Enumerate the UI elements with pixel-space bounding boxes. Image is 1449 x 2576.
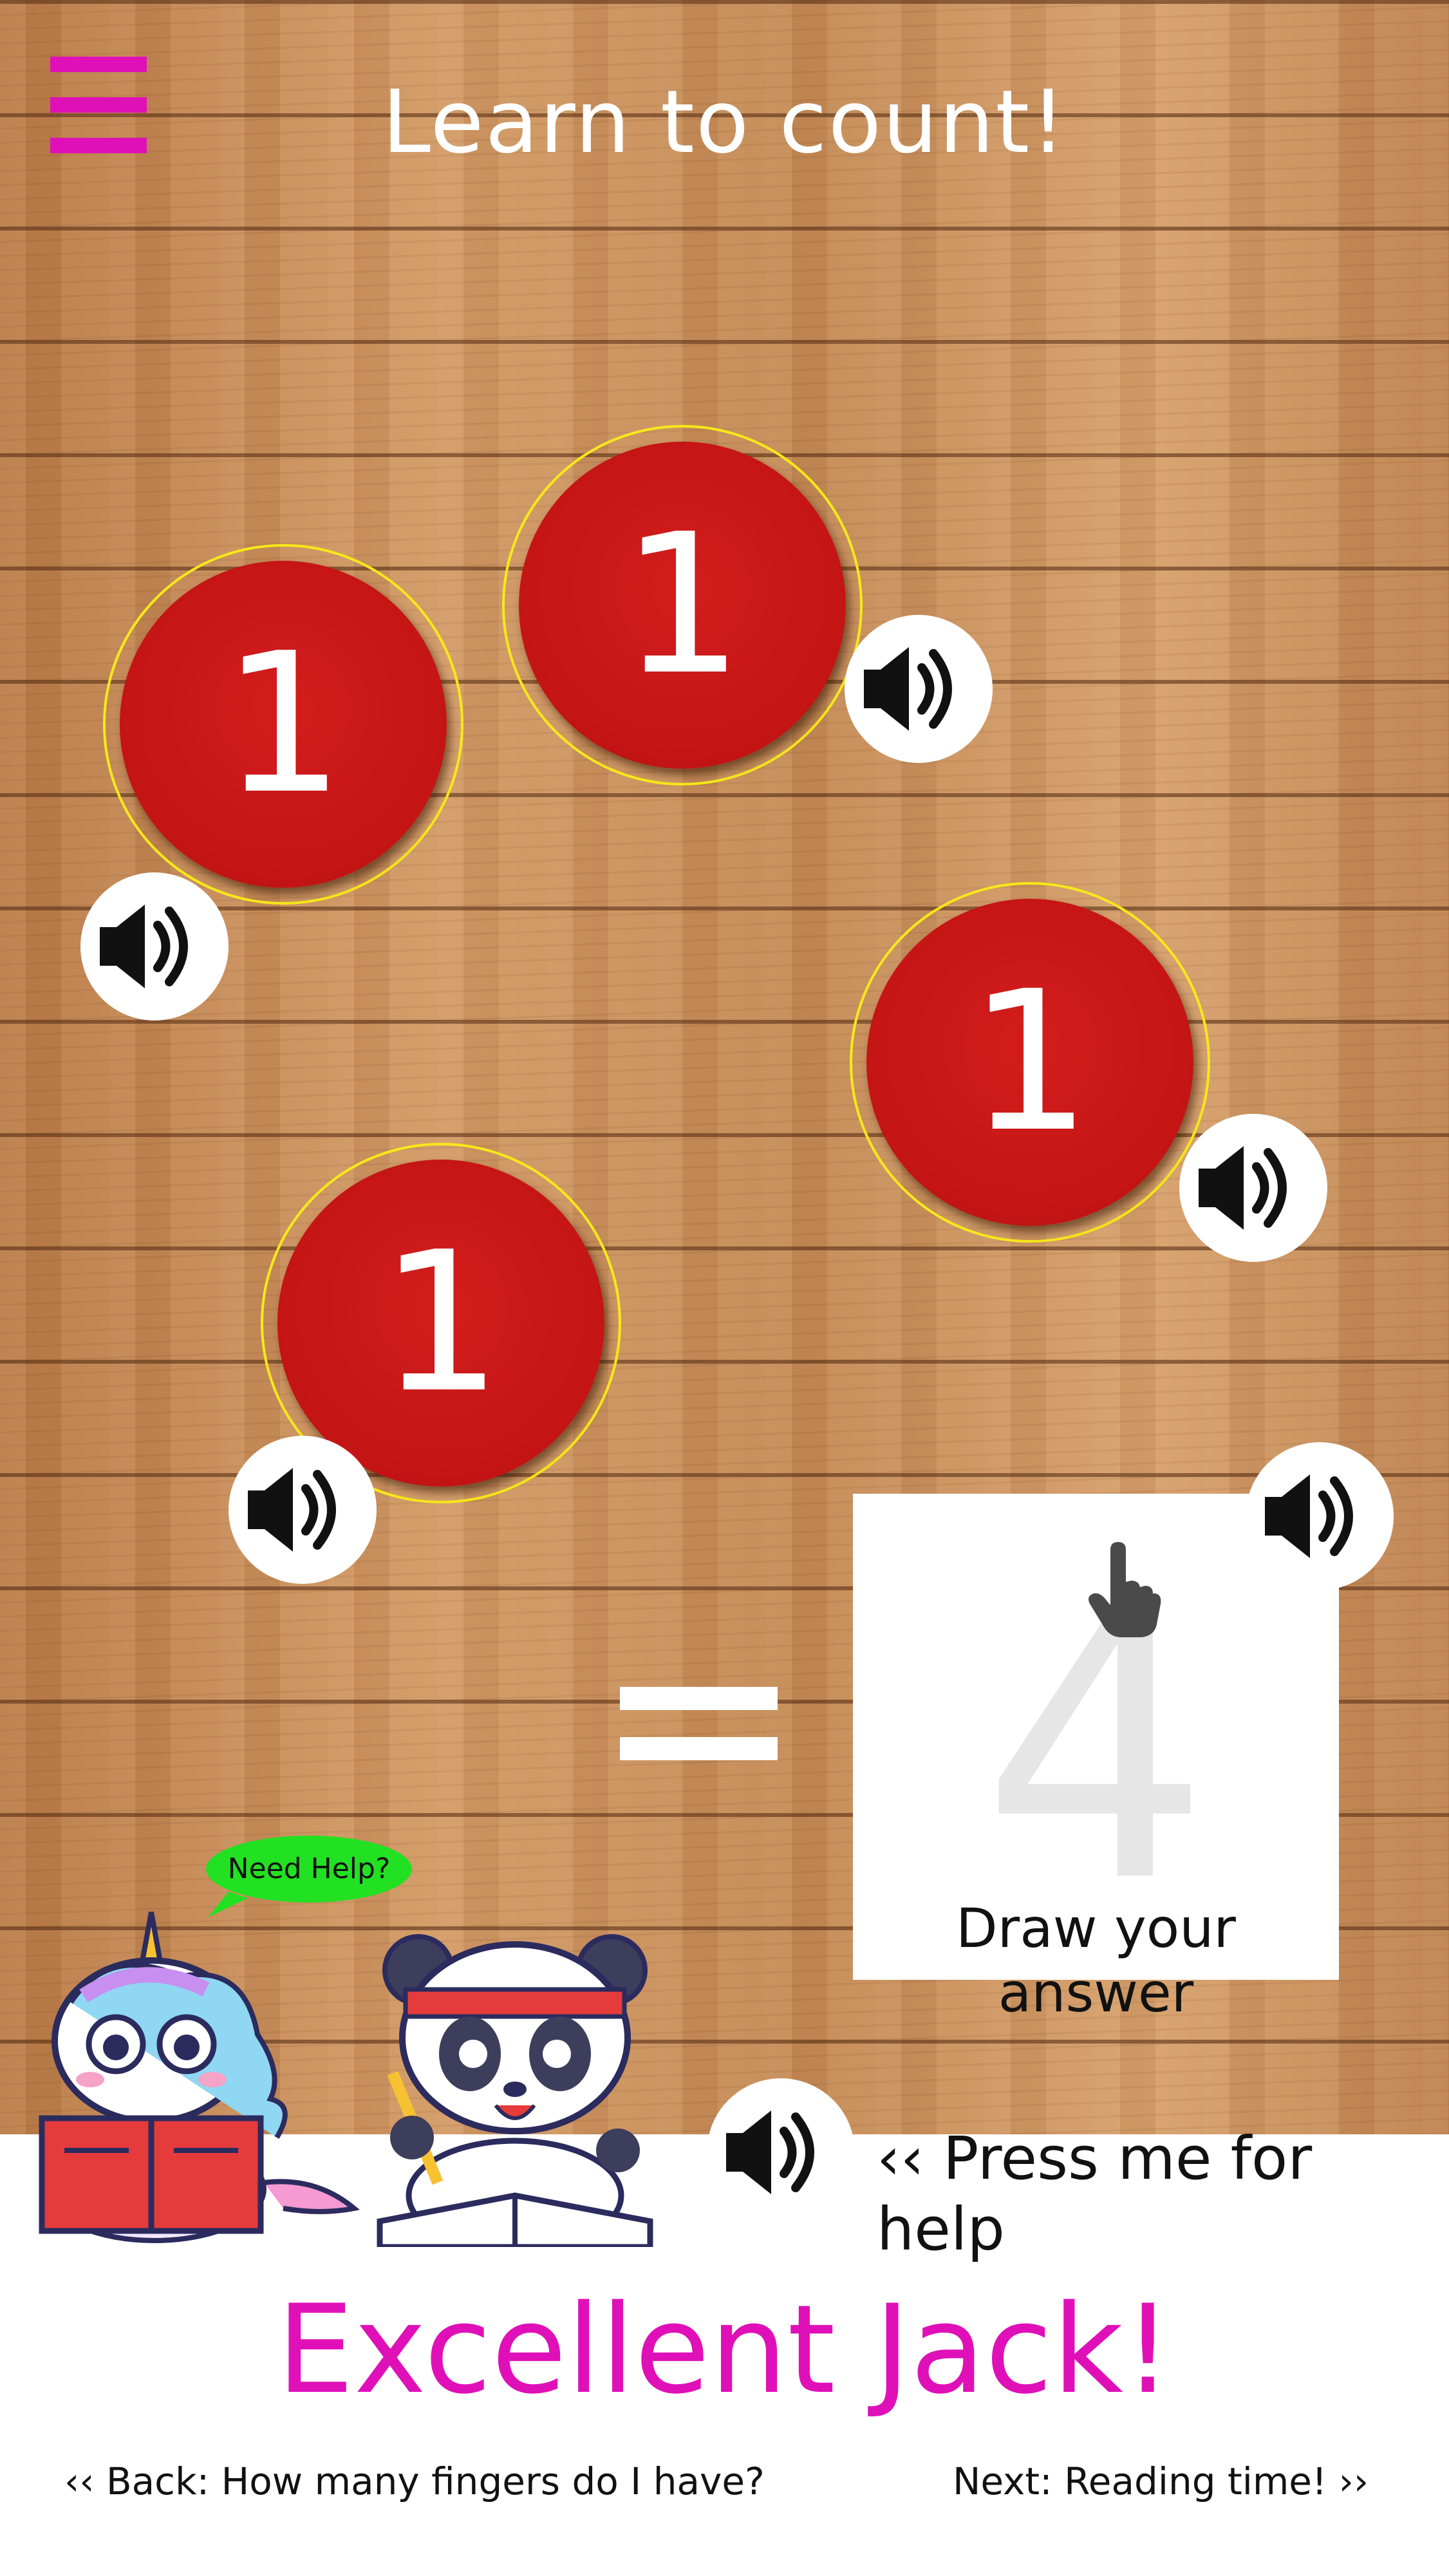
need-help-bubble[interactable]: Need Help?	[203, 1834, 415, 1917]
page-title: Learn to count!	[382, 71, 1067, 173]
coin-label: 1	[621, 493, 744, 717]
equals-sign	[620, 1687, 778, 1761]
speaker-icon	[864, 647, 952, 731]
answer-speaker-button[interactable]	[1246, 1442, 1394, 1590]
coin-speaker-button[interactable]	[229, 1436, 377, 1584]
answer-instruction: Draw your answer	[956, 1897, 1236, 2024]
counting-coin[interactable]: 1	[502, 425, 863, 785]
coin-speaker-button[interactable]	[845, 615, 993, 763]
press-for-help-label[interactable]: ‹‹ Press me for help	[877, 2123, 1449, 2265]
speaker-icon	[100, 905, 188, 988]
back-link[interactable]: ‹‹ Back: How many fingers do I have?	[64, 2459, 765, 2503]
speaker-icon	[1265, 1474, 1353, 1558]
panda-mascot	[377, 1934, 653, 2247]
coin-speaker-button[interactable]	[1179, 1114, 1327, 1262]
feedback-message: Excellent Jack!	[276, 2279, 1173, 2421]
speaker-icon	[248, 1468, 336, 1552]
need-help-text: Need Help?	[227, 1852, 391, 1885]
counting-coin[interactable]: 1	[103, 544, 463, 905]
coin-label: 1	[221, 612, 345, 836]
unicorn-mascot	[39, 1912, 360, 2243]
speaker-icon	[1199, 1146, 1287, 1230]
coin-label: 1	[968, 950, 1092, 1174]
counting-coin[interactable]: 1	[850, 882, 1210, 1243]
hand-pointer-icon	[1089, 1542, 1161, 1637]
help-speaker-button[interactable]	[707, 2078, 855, 2226]
coin-speaker-button[interactable]	[80, 872, 229, 1020]
next-link[interactable]: Next: Reading time! ››	[953, 2459, 1369, 2503]
speaker-icon	[726, 2111, 814, 2194]
